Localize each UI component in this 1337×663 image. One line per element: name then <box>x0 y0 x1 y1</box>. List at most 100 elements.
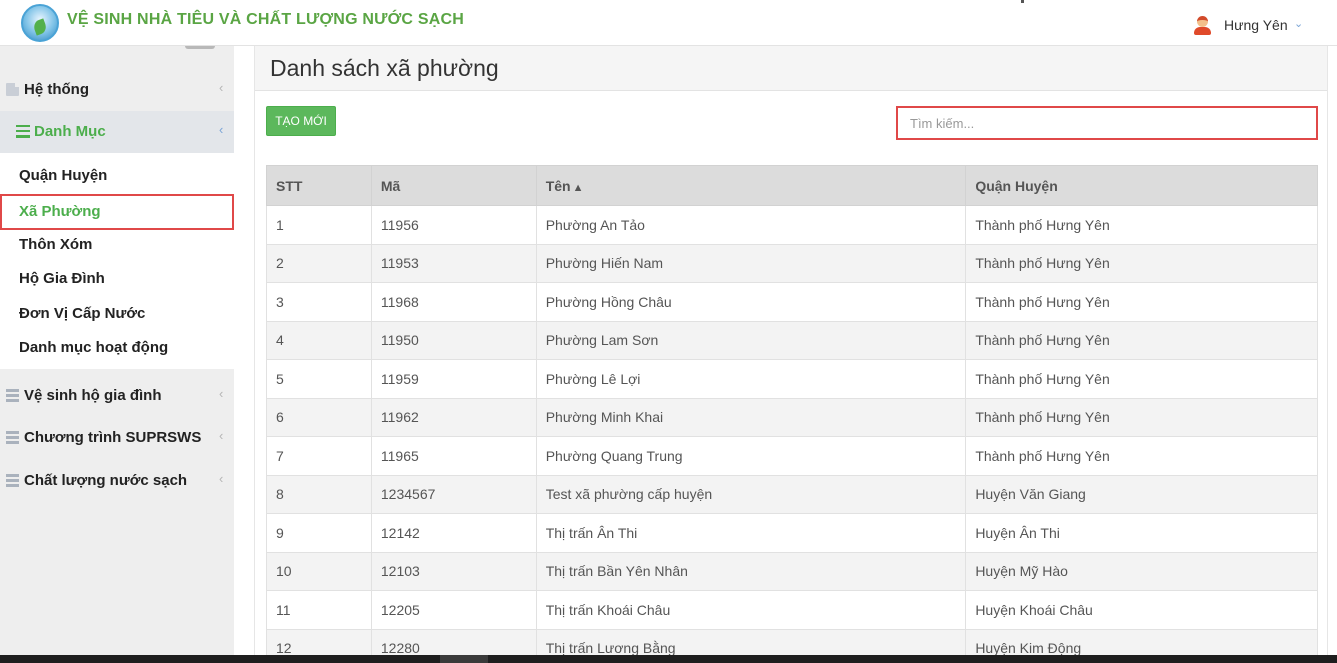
top-header: VỆ SINH NHÀ TIÊU VÀ CHẤT LƯỢNG NƯỚC SẠCH… <box>0 0 1337 46</box>
table-cell: Thành phố Hưng Yên <box>965 436 1318 476</box>
sidebar-item-label: Xã Phường <box>19 203 101 220</box>
column-header-quan-huyen[interactable]: Quận Huyện <box>965 165 1318 206</box>
table-cell: 11 <box>266 590 372 630</box>
sidebar-group-label: Chương trình SUPRSWS <box>24 429 202 446</box>
sidebar-toggle-handle[interactable] <box>185 46 215 49</box>
search-box[interactable] <box>896 106 1318 140</box>
user-menu-name[interactable]: Hưng Yên <box>1224 17 1288 33</box>
table-cell: 9 <box>266 513 372 553</box>
table-cell: Phường Quang Trung <box>535 436 967 476</box>
sidebar-item-ho-gia-dinh[interactable]: Hộ Gia Đình <box>0 262 234 296</box>
table-cell: 5 <box>266 359 372 399</box>
sidebar-group-chat-luong-nuoc-sach[interactable]: Chất lượng nước sạch ‹ <box>0 460 234 502</box>
sidebar-group-he-thong[interactable]: Hệ thống ‹ <box>0 69 234 111</box>
sidebar-item-label: Quận Huyện <box>19 167 108 184</box>
table-cell: Huyện Ân Thi <box>965 513 1318 553</box>
sidebar-item-label: Hộ Gia Đình <box>19 270 105 287</box>
chevron-left-icon: ‹ <box>219 80 224 95</box>
sidebar-item-danh-muc-hoat-dong[interactable]: Danh mục hoạt động <box>0 331 234 365</box>
table-cell: Huyện Mỹ Hào <box>965 551 1318 591</box>
table-cell: Thành phố Hưng Yên <box>965 282 1318 322</box>
chevron-left-icon: ‹ <box>219 471 224 486</box>
page-header: Danh sách xã phường <box>255 46 1327 91</box>
app-logo[interactable] <box>21 4 59 42</box>
table-cell: 12103 <box>370 551 537 591</box>
table-cell: 11959 <box>370 359 537 399</box>
server-icon <box>6 474 19 487</box>
table-row[interactable]: 11 12205 Thị trấn Khoái Châu Huyện Khoái Ch… <box>266 590 1318 630</box>
table-cell: Thành phố Hưng Yên <box>965 205 1318 245</box>
table-cell: 3 <box>266 282 372 322</box>
table-row[interactable]: 4 11950 Phường Lam Sơn Thành phố Hưng Yên <box>266 320 1318 360</box>
server-icon <box>6 431 19 444</box>
table-cell: 4 <box>266 320 372 360</box>
table-row[interactable]: 1 11956 Phường An Tảo Thành phố Hưng Yên <box>266 205 1318 245</box>
table-cell: Thành phố Hưng Yên <box>965 359 1318 399</box>
user-avatar-icon[interactable] <box>1192 14 1213 35</box>
table-cell: Phường An Tảo <box>535 205 967 245</box>
table-cell: 12142 <box>370 513 537 553</box>
table-row[interactable]: 9 12142 Thị trấn Ân Thi Huyện Ân Thi <box>266 513 1318 553</box>
table-cell: 1 <box>266 205 372 245</box>
table-cell: Thành phố Hưng Yên <box>965 320 1318 360</box>
table-cell: 1234567 <box>370 474 537 514</box>
server-icon <box>6 389 19 402</box>
table-cell: Test xã phường cấp huyện <box>535 474 967 514</box>
avatar-body <box>1194 27 1211 35</box>
table-cell: Thành phố Hưng Yên <box>965 243 1318 283</box>
column-header-ten[interactable]: Tên ▲ <box>535 165 967 206</box>
sidebar-item-label: Đơn Vị Cấp Nước <box>19 305 146 322</box>
table-cell: 11968 <box>370 282 537 322</box>
sidebar-item-thon-xom[interactable]: Thôn Xóm <box>0 228 234 262</box>
table-cell: Thị trấn Bần Yên Nhân <box>535 551 967 591</box>
page-title: Danh sách xã phường <box>270 55 499 81</box>
table-row[interactable]: 3 11968 Phường Hồng Châu Thành phố Hưng Yên <box>266 282 1318 322</box>
table-cell: 12205 <box>370 590 537 630</box>
table-row[interactable]: 8 1234567 Test xã phường cấp huyện Huyện Vă… <box>266 474 1318 514</box>
table-row[interactable]: 10 12103 Thị trấn Bần Yên Nhân Huyện Mỹ Hào <box>266 551 1318 591</box>
table-row[interactable]: 7 11965 Phường Quang Trung Thành phố Hưng Y… <box>266 436 1318 476</box>
avatar-face <box>1197 16 1208 27</box>
table-cell: Huyện Khoái Châu <box>965 590 1318 630</box>
sidebar-item-don-vi-cap-nuoc[interactable]: Đơn Vị Cấp Nước <box>0 297 234 331</box>
table-cell: Phường Hồng Châu <box>535 282 967 322</box>
file-icon <box>6 83 19 96</box>
sort-ascending-icon[interactable]: ▲ <box>573 182 584 194</box>
column-header-ma[interactable]: Mã <box>370 165 537 206</box>
sidebar-item-label: Danh mục hoạt động <box>19 339 169 356</box>
column-header-label: Quận Huyện <box>975 177 1058 194</box>
table-cell: Thị trấn Khoái Châu <box>535 590 967 630</box>
table-cell: 11965 <box>370 436 537 476</box>
chevron-down-icon[interactable]: ⌄ <box>1294 17 1303 30</box>
sidebar-group-ve-sinh-ho-gia-dinh[interactable]: Vệ sinh hộ gia đình ‹ <box>0 375 234 417</box>
column-header-stt[interactable]: STT <box>266 165 372 206</box>
table-cell: 2 <box>266 243 372 283</box>
table-row[interactable]: 6 11962 Phường Minh Khai Thành phố Hưng Yên <box>266 397 1318 437</box>
sidebar-group-label: Chất lượng nước sạch <box>24 472 188 489</box>
table-row[interactable]: 5 11959 Phường Lê Lợi Thành phố Hưng Yên <box>266 359 1318 399</box>
sidebar-group-chuong-trinh-suprsws[interactable]: Chương trình SUPRSWS ‹ <box>0 417 234 459</box>
danh-muc-submenu: Quận Huyện Xã Phường Thôn Xóm Hộ Gia Đìn… <box>0 153 234 369</box>
sidebar: Hệ thống ‹ Danh Mục ‹ Quận Huyện Xã Phườ… <box>0 46 234 655</box>
table-cell: 11950 <box>370 320 537 360</box>
search-input[interactable] <box>898 108 1316 138</box>
sidebar-group-danh-muc[interactable]: Danh Mục ‹ <box>0 111 234 153</box>
app-title: VỆ SINH NHÀ TIÊU VÀ CHẤT LƯỢNG NƯỚC SẠCH <box>67 11 464 28</box>
table-cell: 11953 <box>370 243 537 283</box>
chevron-left-icon: ‹ <box>219 122 224 137</box>
bars-icon <box>16 125 30 138</box>
table-cell: 11956 <box>370 205 537 245</box>
table-cell: Thị trấn Ân Thi <box>535 513 967 553</box>
main-content: Danh sách xã phường TẠO MỚI STT Mã Tên▲ … <box>254 46 1328 663</box>
taskbar-active-app[interactable] <box>440 655 488 663</box>
table-row[interactable]: 2 11953 Phường Hiến Nam Thành phố Hưng Yên <box>266 243 1318 283</box>
xa-phuong-table: STT Mã Tên ▲ Quận Huyện 1 11956 Phường An T… <box>266 165 1318 663</box>
create-new-button[interactable]: TẠO MỚI <box>266 106 336 136</box>
table-cell: Thành phố Hưng Yên <box>965 397 1318 437</box>
sidebar-group-label: Hệ thống <box>24 81 89 98</box>
sidebar-item-xa-phuong[interactable]: Xã Phường <box>0 194 234 230</box>
table-cell: 10 <box>266 551 372 591</box>
chevron-left-icon: ‹ <box>219 386 224 401</box>
table-body: 1 11956 Phường An Tảo Thành phố Hưng Yên 2 11… <box>266 205 1318 663</box>
sidebar-item-quan-huyen[interactable]: Quận Huyện <box>0 159 234 193</box>
